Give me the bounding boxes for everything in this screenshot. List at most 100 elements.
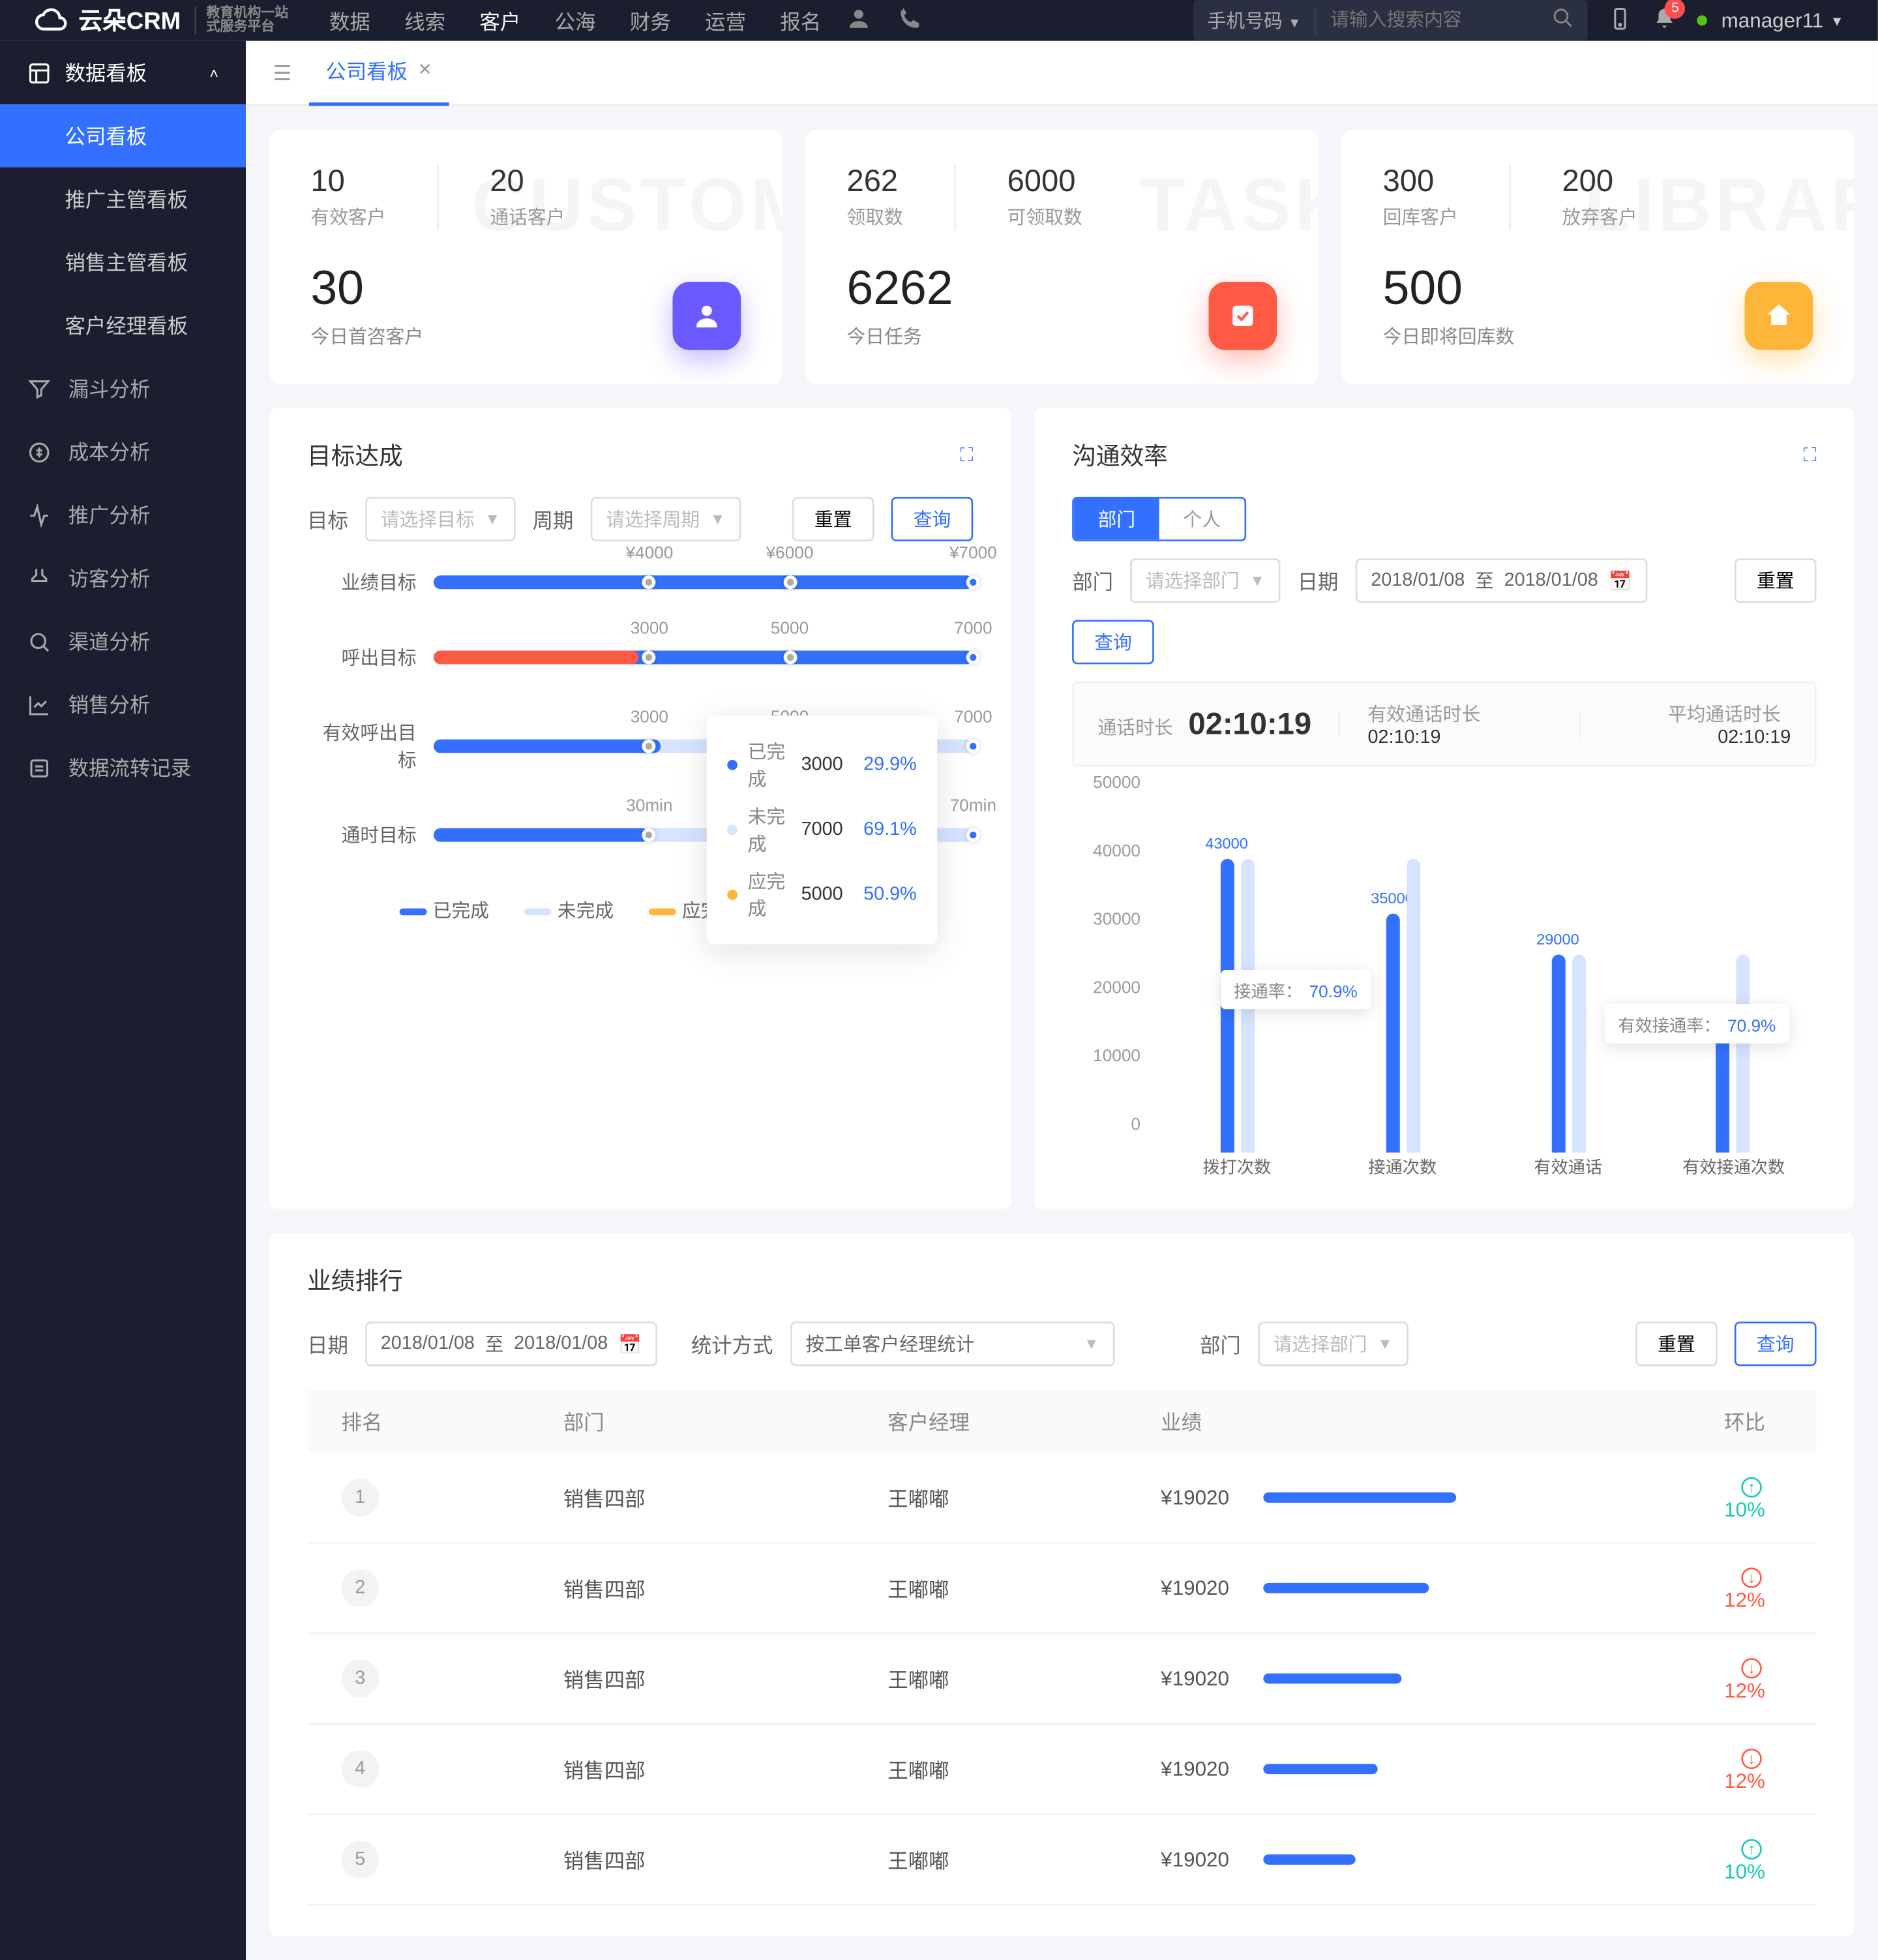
perf-bar (1263, 1764, 1379, 1774)
tabbar: ☰ 公司看板 ✕ (246, 41, 1878, 106)
sidebar-link-channel[interactable]: 渠道分析 (0, 610, 246, 673)
query-button[interactable]: 查询 (1735, 1321, 1817, 1366)
rank-badge: 3 (342, 1660, 380, 1698)
reset-button[interactable]: 重置 (1735, 558, 1817, 603)
table-row: 2 销售四部 王嘟嘟 ¥19020 ↓12% (307, 1544, 1816, 1635)
bar-column: 29000 (1551, 954, 1585, 1153)
segment-control: 部门 个人 (1072, 497, 1246, 541)
select-period[interactable]: 请选择周期▼ (591, 497, 741, 541)
bell-icon[interactable] (1653, 6, 1677, 35)
user-icon[interactable] (845, 5, 872, 37)
table-header: 排名 部门 客户经理 业绩 环比 (307, 1390, 1816, 1453)
stat-big: 6262今日任务 (846, 262, 953, 350)
topnav-item[interactable]: 公海 (555, 6, 596, 35)
topnav-item[interactable]: 数据 (329, 6, 370, 35)
arrow-down-icon: ↓ (1741, 1749, 1761, 1769)
perf-bar (1263, 1854, 1355, 1865)
query-button[interactable]: 查询 (891, 497, 974, 541)
tab-company-board[interactable]: 公司看板 ✕ (308, 40, 449, 105)
select-dept[interactable]: 请选择部门▼ (1130, 558, 1280, 603)
topnav-item[interactable]: 财务 (630, 6, 671, 35)
target-bar: ¥4000¥6000¥7000 (434, 575, 973, 589)
select-target[interactable]: 请选择目标▼ (365, 497, 515, 541)
table-row: 4 销售四部 王嘟嘟 ¥19020 ↓12% (307, 1725, 1816, 1815)
target-title: 目标达成 (307, 439, 403, 473)
sidebar-item-cust-mgr[interactable]: 客户经理看板 (0, 294, 246, 357)
table-row: 1 销售四部 王嘟嘟 ¥19020 ↑10% (307, 1453, 1816, 1544)
search-type-select[interactable]: 手机号码 ▼ (1194, 7, 1317, 34)
header: 云朵CRM 教育机构一站 式服务平台 数据线索客户公海财务运营报名 手机号码 ▼ (0, 0, 1878, 41)
reset-button[interactable]: 重置 (1635, 1321, 1718, 1366)
reset-button[interactable]: 重置 (792, 497, 874, 541)
sidebar: 数据看板 ˄ 公司看板 推广主管看板 销售主管看板 客户经理看板 漏斗分析 成本… (0, 41, 246, 1960)
mini-tooltip: 有效接通率：70.9% (1605, 1004, 1790, 1043)
topnav-item[interactable]: 运营 (705, 6, 746, 35)
arrow-down-icon: ↓ (1741, 1567, 1761, 1588)
table-row: 5 销售四部 王嘟嘟 ¥19020 ↑10% (307, 1815, 1816, 1906)
date-range[interactable]: 2018/01/08至2018/01/08 📅 (365, 1321, 657, 1366)
label-period: 周期 (533, 505, 574, 534)
stat-card: CUSTOM 10有效客户 20通话客户 30今日首咨客户 (270, 130, 782, 384)
bar-xtick: 接通次数 (1320, 1153, 1485, 1178)
stat-icon (1745, 282, 1813, 350)
stat-pair: 6000可领取数 (1007, 164, 1082, 230)
seg-person[interactable]: 个人 (1159, 498, 1245, 539)
sidebar-item-promo-lead[interactable]: 推广主管看板 (0, 168, 246, 231)
query-button[interactable]: 查询 (1072, 620, 1154, 664)
menu-icon[interactable]: ☰ (273, 61, 291, 85)
perf-bar (1263, 1583, 1429, 1593)
sidebar-link-flow[interactable]: 数据流转记录 (0, 736, 246, 799)
rank-badge: 2 (342, 1569, 380, 1607)
arrow-up-icon: ↑ (1741, 1839, 1761, 1860)
sidebar-link-cost[interactable]: 成本分析 (0, 420, 246, 483)
legend-done: 已完成 (398, 896, 489, 924)
perf-bar (1263, 1674, 1401, 1684)
calendar-icon: 📅 (1608, 569, 1632, 592)
topnav-item[interactable]: 客户 (479, 6, 520, 35)
sidebar-link-visitor[interactable]: 访客分析 (0, 547, 246, 610)
target-row-label: 呼出目标 (307, 644, 434, 671)
label-dept: 部门 (1072, 566, 1113, 596)
calendar-icon: 📅 (618, 1333, 642, 1355)
sidebar-link-promo[interactable]: 推广分析 (0, 483, 246, 547)
search-icon[interactable] (1538, 7, 1588, 34)
label-date: 日期 (307, 1329, 348, 1359)
label-dept: 部门 (1200, 1329, 1241, 1359)
arrow-down-icon: ↓ (1741, 1658, 1761, 1678)
sidebar-item-sales-lead[interactable]: 销售主管看板 (0, 230, 246, 294)
stat-pair: 262领取数 (846, 164, 902, 230)
perf-bar (1263, 1492, 1457, 1503)
sidebar-group-data[interactable]: 数据看板 ˄ (0, 41, 246, 104)
sidebar-link-funnel[interactable]: 漏斗分析 (0, 357, 246, 420)
stat-big: 30今日首咨客户 (310, 262, 423, 350)
stat-pair: 10有效客户 (310, 164, 385, 230)
bar-column: 18000 (1716, 954, 1750, 1153)
stat-card: TASK 262领取数 6000可领取数 6262今日任务 (806, 130, 1318, 384)
stat-icon (1209, 282, 1277, 350)
target-bar: 300050007000 (434, 650, 973, 664)
rank-title: 业绩排行 (307, 1263, 403, 1297)
stat-pair: 200放弃客户 (1562, 164, 1637, 230)
select-stat[interactable]: 按工单客户经理统计▼ (790, 1321, 1114, 1366)
close-icon[interactable]: ✕ (418, 61, 432, 80)
phone-icon[interactable] (896, 5, 923, 37)
rank-table: 排名 部门 客户经理 业绩 环比 1 销售四部 王嘟嘟 ¥19020 ↑10% … (307, 1390, 1816, 1906)
search-input[interactable] (1317, 10, 1538, 31)
comm-panel: 沟通效率 ⛶ 部门 个人 部门 请选择部门▼ 日期 (1035, 408, 1855, 1209)
topnav-item[interactable]: 线索 (404, 6, 445, 35)
select-dept[interactable]: 请选择部门▼ (1258, 1321, 1408, 1366)
target-bar: 300050007000已完成300029.9%未完成700069.1%应完成5… (434, 740, 973, 753)
search-box: 手机号码 ▼ (1194, 0, 1588, 41)
stat-pair: 20通话客户 (490, 164, 565, 230)
mobile-icon[interactable] (1609, 6, 1633, 35)
sidebar-link-sales[interactable]: 销售分析 (0, 672, 246, 736)
user-menu[interactable]: manager11 ▼ (1697, 8, 1843, 33)
expand-icon[interactable]: ⛶ (1803, 445, 1816, 467)
sidebar-item-company[interactable]: 公司看板 (0, 104, 246, 168)
date-range[interactable]: 2018/01/08至2018/01/08 📅 (1356, 558, 1647, 603)
target-row-label: 通时目标 (307, 821, 434, 849)
seg-dept[interactable]: 部门 (1074, 498, 1159, 539)
topnav-item[interactable]: 报名 (780, 6, 821, 35)
bar-column: 35000 (1386, 859, 1420, 1153)
expand-icon[interactable]: ⛶ (960, 445, 973, 467)
